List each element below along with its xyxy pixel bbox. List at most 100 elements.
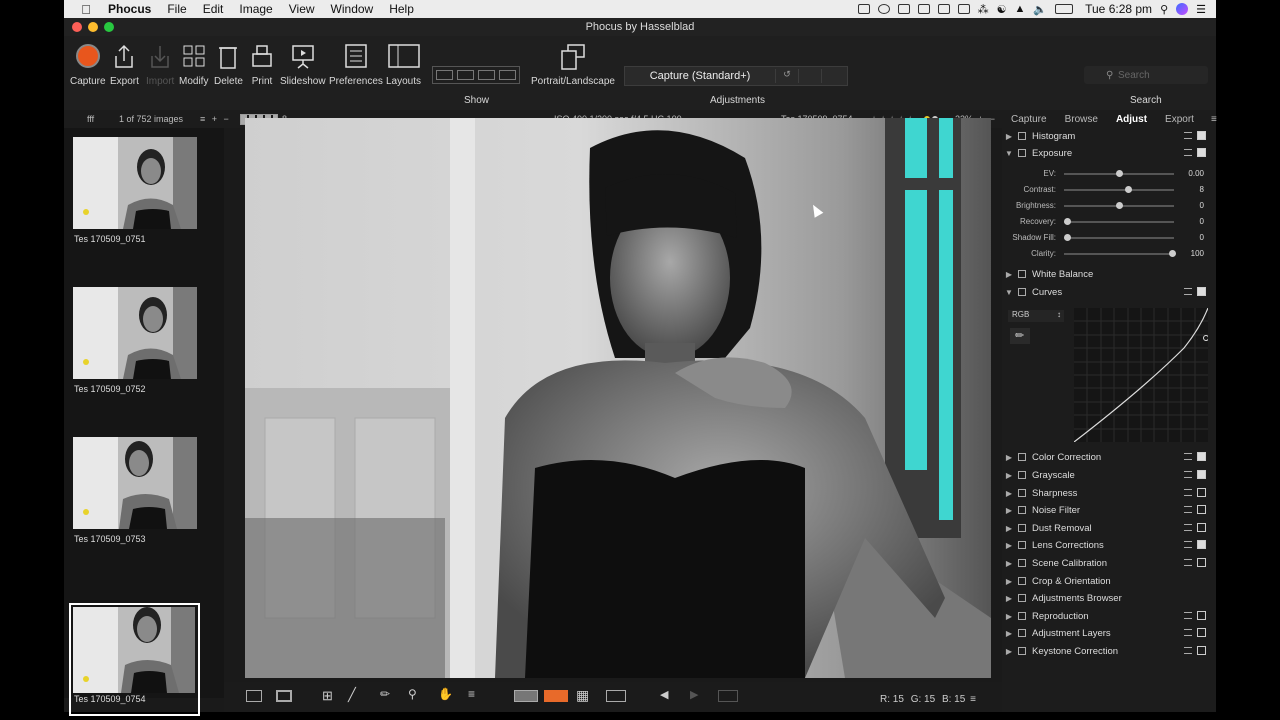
tool-enable-checkbox[interactable] xyxy=(1197,558,1206,567)
menu-window[interactable]: Window xyxy=(331,2,374,16)
tool-scene-calibration[interactable]: ▶ Scene Calibration xyxy=(1002,555,1216,571)
tool-keystone-correction[interactable]: ▶ Keystone Correction xyxy=(1002,643,1216,659)
status-notes-icon[interactable] xyxy=(937,4,950,14)
tool-enable-checkbox[interactable] xyxy=(1197,611,1206,620)
tool-histogram[interactable]: ▶ Histogram xyxy=(1002,128,1216,144)
readout-menu-icon[interactable]: ≡ xyxy=(970,694,976,705)
tool-enable-checkbox[interactable] xyxy=(1197,452,1206,461)
curve-point[interactable] xyxy=(1203,335,1209,341)
spotlight-icon[interactable]: ⚲ xyxy=(1160,3,1168,16)
tool-enable-checkbox[interactable] xyxy=(1197,470,1206,479)
tool-dust-removal[interactable]: ▶ Dust Removal xyxy=(1002,520,1216,536)
volume-icon[interactable]: 🔈 xyxy=(1033,3,1047,16)
view-mode-1[interactable] xyxy=(436,70,453,80)
status-drive-icon[interactable] xyxy=(917,4,930,14)
tab-browse[interactable]: Browse xyxy=(1056,114,1107,125)
slider-knob[interactable] xyxy=(1116,170,1123,177)
slider-contrast[interactable]: Contrast: 8 xyxy=(1002,181,1216,197)
tool-enable-checkbox[interactable] xyxy=(1197,148,1206,157)
image-viewer[interactable] xyxy=(245,118,991,678)
tool-menu-icon[interactable] xyxy=(1184,506,1192,513)
mask-view-icon[interactable] xyxy=(606,690,626,702)
hand-tool-icon[interactable]: ✋ xyxy=(438,687,453,701)
tool-adjustment-layers[interactable]: ▶ Adjustment Layers xyxy=(1002,625,1216,641)
import-button[interactable]: Import xyxy=(146,42,174,87)
tool-curves[interactable]: ▼ Curves xyxy=(1002,284,1216,300)
expand-icon[interactable]: ▶ xyxy=(1002,471,1016,480)
previous-image-icon[interactable]: ◀ xyxy=(660,688,668,701)
expand-icon[interactable]: ▶ xyxy=(1002,453,1016,462)
slider-recovery[interactable]: Recovery: 0 xyxy=(1002,213,1216,229)
tab-capture[interactable]: Capture xyxy=(1002,114,1056,125)
straighten-tool-icon[interactable]: ╱ xyxy=(348,687,356,703)
tool-enable-checkbox[interactable] xyxy=(1197,131,1206,140)
slider-knob[interactable] xyxy=(1064,234,1071,241)
slider-knob[interactable] xyxy=(1125,186,1132,193)
slider-clarity[interactable]: Clarity: 100 xyxy=(1002,245,1216,261)
curve-editor[interactable] xyxy=(1073,307,1209,443)
print-button[interactable]: Print xyxy=(249,42,275,87)
status-display-icon[interactable] xyxy=(897,4,910,14)
zoom-window-button[interactable] xyxy=(104,22,114,32)
tool-enable-checkbox[interactable] xyxy=(1197,523,1206,532)
expand-icon[interactable]: ▶ xyxy=(1002,559,1016,568)
expand-icon[interactable]: ▶ xyxy=(1002,524,1016,533)
copy-adjust-icon[interactable] xyxy=(798,69,821,83)
menu-help[interactable]: Help xyxy=(389,2,414,16)
expand-icon[interactable]: ▶ xyxy=(1002,629,1016,638)
tool-adjustments-browser[interactable]: ▶ Adjustments Browser xyxy=(1002,590,1216,606)
airplay-icon[interactable]: ▲ xyxy=(1015,3,1026,15)
tool-menu-icon[interactable] xyxy=(1184,524,1192,531)
siri-icon[interactable] xyxy=(1176,3,1189,15)
status-creative-cloud-icon[interactable] xyxy=(877,4,890,14)
list-menu-icon[interactable]: ≡ xyxy=(468,687,475,701)
slider-shadow-fill[interactable]: Shadow Fill: 0 xyxy=(1002,229,1216,245)
view-mode-4[interactable] xyxy=(499,70,516,80)
view-mode-3[interactable] xyxy=(478,70,495,80)
tool-menu-icon[interactable] xyxy=(1184,453,1192,460)
capture-button[interactable]: Capture xyxy=(70,42,106,87)
menu-edit[interactable]: Edit xyxy=(203,2,224,16)
tool-menu-icon[interactable] xyxy=(1184,149,1192,156)
fit-screen-icon[interactable] xyxy=(718,690,738,702)
tool-crop-orientation[interactable]: ▶ Crop & Orientation xyxy=(1002,573,1216,589)
tool-menu-icon[interactable] xyxy=(1184,612,1192,619)
tool-enable-checkbox[interactable] xyxy=(1197,646,1206,655)
sort-add-remove-controls[interactable]: ≡ + − xyxy=(200,114,231,124)
slider-knob[interactable] xyxy=(1116,202,1123,209)
expand-icon[interactable]: ▶ xyxy=(1002,647,1016,656)
close-window-button[interactable] xyxy=(72,22,82,32)
slider-brightness[interactable]: Brightness: 0 xyxy=(1002,197,1216,213)
menu-file[interactable]: File xyxy=(167,2,186,16)
thumbnail-image-selected[interactable] xyxy=(73,607,195,693)
menu-image[interactable]: Image xyxy=(239,2,272,16)
single-view-icon[interactable] xyxy=(276,690,292,702)
exposure-warning-icon[interactable] xyxy=(544,690,568,702)
menu-view[interactable]: View xyxy=(289,2,315,16)
expand-icon[interactable]: ▶ xyxy=(1002,612,1016,621)
collapse-icon[interactable]: ▼ xyxy=(1002,288,1016,297)
layouts-button[interactable]: Layouts xyxy=(386,42,421,87)
expand-icon[interactable]: ▶ xyxy=(1002,132,1016,141)
expand-icon[interactable]: ▶ xyxy=(1002,541,1016,550)
grid-icon[interactable]: ▦ xyxy=(576,687,589,704)
status-camera-icon[interactable] xyxy=(857,4,870,14)
tool-grayscale[interactable]: ▶ Grayscale xyxy=(1002,467,1216,483)
slider-knob[interactable] xyxy=(1169,250,1176,257)
save-adjust-icon[interactable] xyxy=(821,69,844,83)
tool-menu-icon[interactable] xyxy=(1184,541,1192,548)
expand-icon[interactable]: ▶ xyxy=(1002,506,1016,515)
export-button[interactable]: Export xyxy=(110,42,139,87)
tool-enable-checkbox[interactable] xyxy=(1197,488,1206,497)
tool-menu-icon[interactable] xyxy=(1184,629,1192,636)
tool-white-balance[interactable]: ▶ White Balance xyxy=(1002,266,1216,282)
status-mail-icon[interactable] xyxy=(957,4,970,14)
preferences-button[interactable]: Preferences xyxy=(329,42,383,87)
panel-menu-icon[interactable]: ≡ xyxy=(1203,114,1217,125)
notification-center-icon[interactable]: ☰ xyxy=(1196,3,1206,16)
tool-noise-filter[interactable]: ▶ Noise Filter xyxy=(1002,502,1216,518)
tab-export[interactable]: Export xyxy=(1156,114,1203,125)
tool-exposure[interactable]: ▼ Exposure xyxy=(1002,145,1216,161)
thumbnail-image[interactable] xyxy=(73,137,197,229)
adjustments-preset-select[interactable]: Capture (Standard+) ↺ xyxy=(624,66,848,86)
